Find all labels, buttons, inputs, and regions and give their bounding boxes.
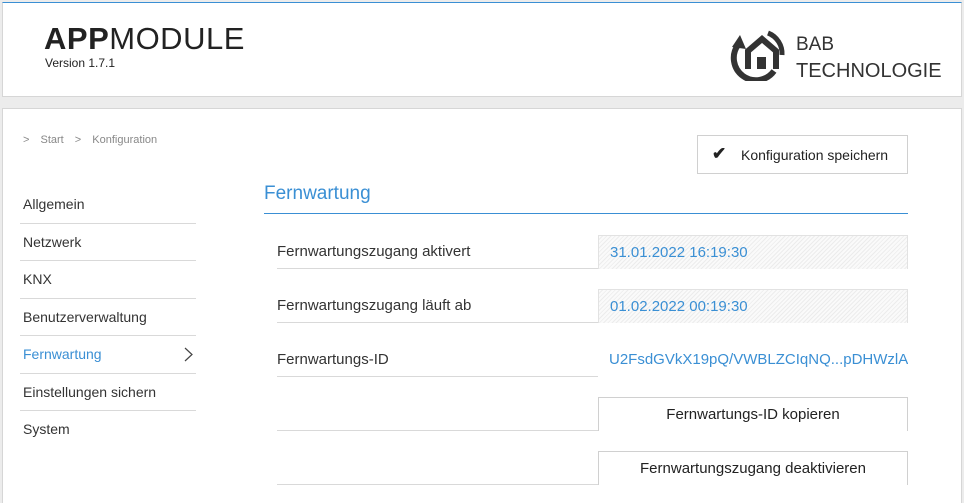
row-copy-id: Fernwartungs-ID kopieren [277, 397, 908, 431]
save-button-label: Konfiguration speichern [741, 147, 889, 163]
app-header: APPMODULE Version 1.7.1 BAB TECHNOLOGIE [2, 2, 962, 97]
app-title: APPMODULE [44, 21, 245, 56]
breadcrumb-item-konfiguration[interactable]: Konfiguration [92, 134, 157, 146]
app-version: Version 1.7.1 [45, 56, 116, 70]
check-icon: ✔ [712, 144, 727, 163]
brand-name-line1: BAB [796, 34, 835, 55]
sidebar-item-netzwerk[interactable]: Netzwerk [20, 224, 196, 261]
row-deactivate: Fernwartungszugang deaktivieren [277, 451, 908, 485]
chevron-right-icon [184, 347, 193, 362]
sidebar-item-benutzerverwaltung[interactable]: Benutzerverwaltung [20, 299, 196, 336]
row-label: Fernwartungszugang aktivert [277, 243, 471, 260]
breadcrumb-item-start[interactable]: Start [41, 134, 64, 146]
row-label: Fernwartungs-ID [277, 351, 389, 368]
remote-id-value[interactable]: U2FsdGVkX19pQ/VWBLZCIqNQ...pDHWzlA [598, 343, 908, 377]
row-label: Fernwartungszugang läuft ab [277, 297, 472, 314]
deactivate-remote-access-button[interactable]: Fernwartungszugang deaktivieren [598, 451, 908, 485]
row-remote-id: Fernwartungs-ID U2FsdGVkX19pQ/VWBLZCIqNQ… [277, 343, 908, 377]
access-activated-value: 31.01.2022 16:19:30 [598, 235, 908, 269]
section-title: Fernwartung [264, 183, 371, 204]
sidebar-item-einstellungen-sichern[interactable]: Einstellungen sichern [20, 374, 196, 411]
row-access-activated: Fernwartungszugang aktivert 31.01.2022 1… [277, 235, 908, 269]
brand: BAB TECHNOLOGIE [726, 25, 956, 85]
access-expires-value: 01.02.2022 00:19:30 [598, 289, 908, 323]
section-divider [264, 213, 908, 214]
sidebar-item-system[interactable]: System [20, 411, 196, 449]
sidebar-item-fernwartung[interactable]: Fernwartung [20, 336, 196, 374]
row-access-expires: Fernwartungszugang läuft ab 01.02.2022 0… [277, 289, 908, 323]
breadcrumb: > Start > Konfiguration [23, 134, 165, 146]
breadcrumb-separator: > [23, 134, 30, 146]
sidebar-nav: Allgemein Netzwerk KNX Benutzerverwaltun… [20, 186, 196, 449]
copy-remote-id-button[interactable]: Fernwartungs-ID kopieren [598, 397, 908, 431]
sidebar-item-allgemein[interactable]: Allgemein [20, 186, 196, 224]
main-panel: > Start > Konfiguration Allgemein Netzwe… [2, 108, 962, 503]
sidebar-item-label: Fernwartung [23, 346, 102, 362]
breadcrumb-separator: > [74, 134, 82, 146]
bab-logo-icon [730, 30, 785, 81]
save-configuration-button[interactable]: ✔ Konfiguration speichern [697, 135, 908, 174]
sidebar-item-knx[interactable]: KNX [20, 261, 196, 299]
brand-name-line2: TECHNOLOGIE [796, 60, 942, 82]
